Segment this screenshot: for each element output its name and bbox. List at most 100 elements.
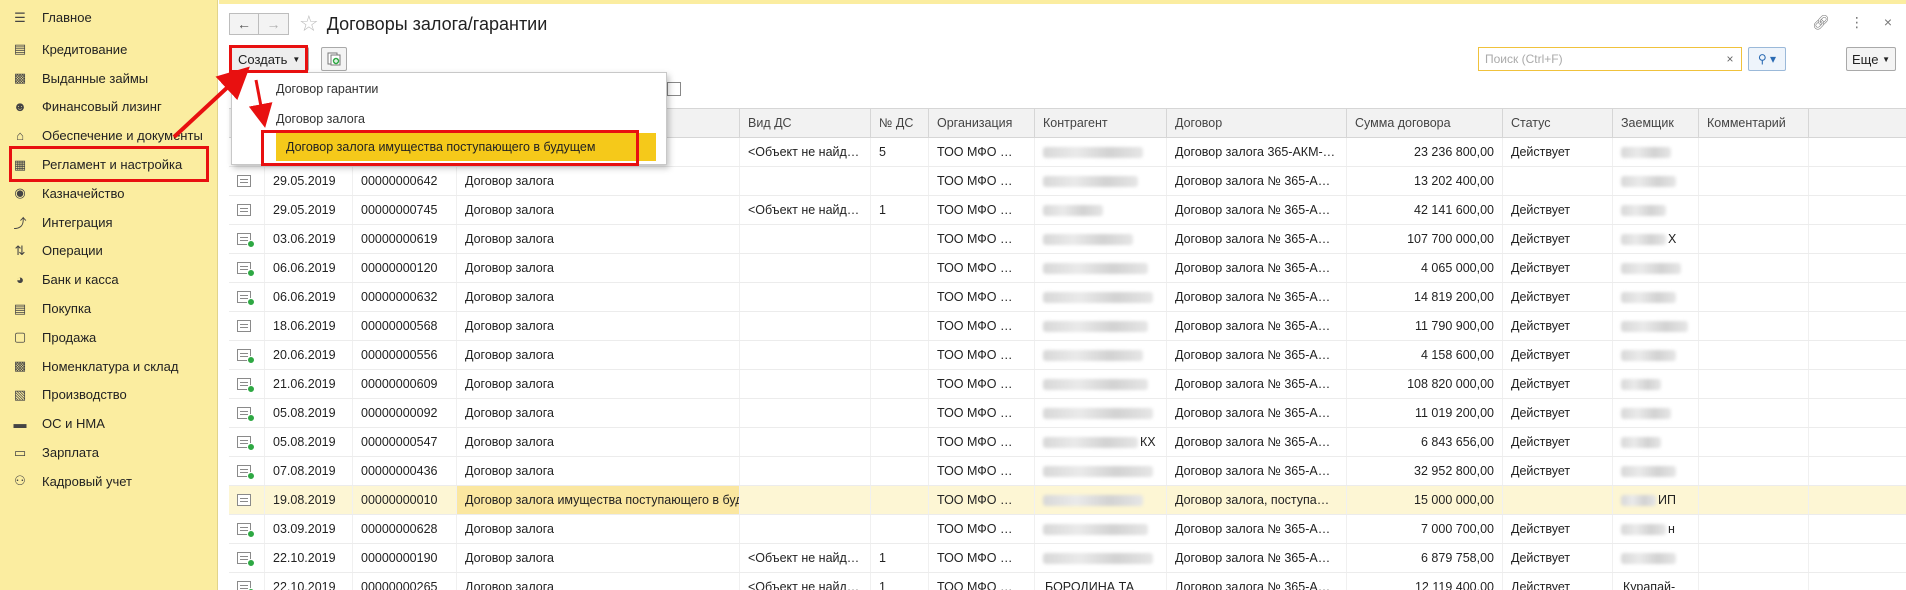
table-row[interactable]: 29.05.2019 00000000642 Договор залога ТОО М… <box>229 167 1906 196</box>
table-row[interactable]: 03.06.2019 00000000619 Договор залога ТОО М… <box>229 225 1906 254</box>
cell-col-9: 6 879 758,00 <box>1347 544 1503 572</box>
sidebar-item-14[interactable]: ▬ ОС и НМА <box>0 409 217 438</box>
column-header-6[interactable]: Организация <box>929 109 1035 137</box>
table-row[interactable]: 19.08.2019 00000000010 Договор залога имущ… <box>229 486 1906 515</box>
sidebar-item-8[interactable]: ⇅ Операции <box>0 237 217 266</box>
sidebar-item-3[interactable]: ☻ Финансовый лизинг <box>0 93 217 122</box>
kebab-icon[interactable]: ⋮ <box>1850 14 1864 31</box>
cell-col-6: ТОО МФО … <box>929 457 1035 485</box>
table-row[interactable]: 03.09.2019 00000000628 Договор залога ТОО М… <box>229 515 1906 544</box>
search-button[interactable]: ⚲︎ ▾ <box>1748 47 1786 71</box>
column-header-7[interactable]: Контрагент <box>1035 109 1167 137</box>
cell-col-10 <box>1503 167 1613 195</box>
cell-col-2: 00000000568 <box>353 312 457 340</box>
table-row[interactable]: 05.08.2019 00000000092 Договор залога ТОО М… <box>229 399 1906 428</box>
cell-col-7 <box>1035 515 1167 543</box>
close-icon[interactable]: × <box>1884 14 1892 31</box>
table-row[interactable]: 20.06.2019 00000000556 Договор залога ТОО М… <box>229 341 1906 370</box>
sidebar-item-16[interactable]: ⚇ Кадровый учет <box>0 467 217 496</box>
cell-col-2: 00000000190 <box>353 544 457 572</box>
cell-col-2: 00000000632 <box>353 283 457 311</box>
sidebar-item-10[interactable]: ▤ Покупка <box>0 294 217 323</box>
column-header-12[interactable]: Комментарий <box>1699 109 1809 137</box>
clear-search-icon[interactable]: × <box>1722 51 1738 67</box>
table-row[interactable]: 21.06.2019 00000000609 Договор залога ТОО М… <box>229 370 1906 399</box>
table-row[interactable]: 05.08.2019 00000000547 Договор залога ТОО М… <box>229 428 1906 457</box>
back-button[interactable]: ← <box>229 13 259 35</box>
cell-col-10: Действует <box>1503 283 1613 311</box>
sidebar-item-label: ОС и НМА <box>42 416 105 432</box>
cell-col-8: Договор залога 365-АКМ-… <box>1167 138 1347 166</box>
redacted-text <box>1621 378 1661 390</box>
table-row[interactable]: 29.05.2019 00000000745 Договор залога <Объе… <box>229 196 1906 225</box>
cell-col-2: 00000000265 <box>353 573 457 590</box>
sidebar-item-15[interactable]: ▭ Зарплата <box>0 438 217 467</box>
dropdown-item-1[interactable]: Договор залога <box>232 104 666 133</box>
favorite-star-icon[interactable]: ☆ <box>299 13 319 35</box>
column-header-9[interactable]: Сумма договора <box>1347 109 1503 137</box>
redacted-text <box>1043 146 1143 158</box>
cell-col-11 <box>1613 196 1699 224</box>
sidebar-item-9[interactable]: ◕ Банк и касса <box>0 265 217 294</box>
sidebar-item-1[interactable]: ▤ Кредитование <box>0 35 217 64</box>
redacted-text <box>1621 552 1676 564</box>
cell-col-2: 00000000436 <box>353 457 457 485</box>
sidebar-item-2[interactable]: ▩ Выданные займы <box>0 64 217 93</box>
toolbar: Создать ▼ <box>229 46 348 72</box>
cell-col-6: ТОО МФО … <box>929 428 1035 456</box>
table-row[interactable]: 22.10.2019 00000000190 Договор залога <Объе… <box>229 544 1906 573</box>
cell-col-2: 00000000547 <box>353 428 457 456</box>
sidebar-item-6[interactable]: ◉ Казначейство <box>0 179 217 208</box>
sidebar-item-7[interactable]: ⤴ Интеграция <box>0 208 217 237</box>
create-copy-button[interactable] <box>321 47 348 71</box>
cell-col-11 <box>1613 283 1699 311</box>
document-posted-icon <box>237 465 255 480</box>
link-icon[interactable]: 🔗︎ <box>1812 14 1830 31</box>
table-row[interactable]: 18.06.2019 00000000568 Договор залога ТОО М… <box>229 312 1906 341</box>
arrow-left-icon: ← <box>237 16 251 32</box>
redacted-text <box>1043 175 1138 187</box>
table-row[interactable]: 22.10.2019 00000000265 Договор залога <Объе… <box>229 573 1906 590</box>
table-row[interactable]: 07.08.2019 00000000436 Договор залога ТОО М… <box>229 457 1906 486</box>
table-row[interactable]: 06.06.2019 00000000120 Договор залога ТОО М… <box>229 254 1906 283</box>
dropdown-item-0[interactable]: Договор гарантии <box>232 73 666 104</box>
page-title: Договоры залога/гарантии <box>326 13 548 34</box>
cell-col-6: ТОО МФО … <box>929 486 1035 514</box>
cell-col-1: 07.08.2019 <box>265 457 353 485</box>
cell-col-10: Действует <box>1503 515 1613 543</box>
cell-col-7: КХ <box>1035 428 1167 456</box>
dropdown-item-2[interactable]: Договор залога имущества поступающего в … <box>276 133 656 161</box>
column-header-4[interactable]: Вид ДС <box>740 109 871 137</box>
cell-col-4 <box>740 457 871 485</box>
redacted-text <box>1621 204 1666 216</box>
more-button-label: Еще <box>1852 51 1879 67</box>
column-header-11[interactable]: Заемщик <box>1613 109 1699 137</box>
cell-col-11 <box>1613 138 1699 166</box>
sidebar-item-4[interactable]: ⌂ Обеспечение и документы <box>0 121 217 150</box>
more-button[interactable]: Еще ▼ <box>1846 47 1896 71</box>
cell-col-8: Договор залога № 365-А… <box>1167 312 1347 340</box>
column-header-10[interactable]: Статус <box>1503 109 1613 137</box>
sidebar-item-5[interactable]: ▦ Регламент и настройка <box>0 150 217 179</box>
cell-col-3: Договор залога <box>457 544 740 572</box>
redacted-text <box>1043 204 1103 216</box>
cell-col-12 <box>1699 515 1809 543</box>
cell-col-5 <box>871 167 929 195</box>
column-header-8[interactable]: Договор <box>1167 109 1347 137</box>
column-header-5[interactable]: № ДС <box>871 109 929 137</box>
table-row[interactable]: 06.06.2019 00000000632 Договор залога ТОО М… <box>229 283 1906 312</box>
sidebar-item-12[interactable]: ▩ Номенклатура и склад <box>0 352 217 381</box>
operations-icon: ⇅ <box>14 242 26 258</box>
create-button[interactable]: Создать ▼ <box>229 47 310 71</box>
sidebar-item-13[interactable]: ▧ Производство <box>0 381 217 410</box>
chevron-down-icon: ▼ <box>292 54 301 64</box>
search-input[interactable] <box>1478 47 1742 71</box>
forward-button[interactable]: → <box>259 13 289 35</box>
sidebar-item-label: Кадровый учет <box>42 473 132 489</box>
redacted-text <box>1621 436 1661 448</box>
sidebar-item-11[interactable]: ▢ Продажа <box>0 323 217 352</box>
redacted-text <box>1621 233 1666 245</box>
sidebar-item-0[interactable]: ☰ Главное <box>0 0 217 35</box>
filter-checkbox[interactable] <box>667 82 681 96</box>
cell-col-3: Договор залога <box>457 370 740 398</box>
